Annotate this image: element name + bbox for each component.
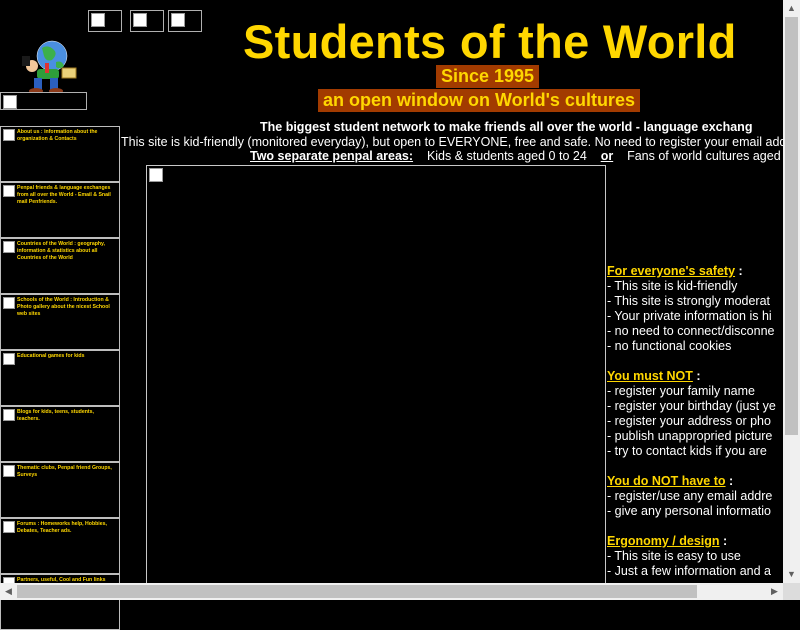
safety-item: - no need to connect/disconne bbox=[607, 324, 775, 338]
nav-item-label: Countries of the World : geography, info… bbox=[17, 241, 105, 261]
top-link-image-2[interactable] bbox=[130, 10, 164, 32]
scroll-left-arrow-icon[interactable]: ◀ bbox=[0, 583, 17, 600]
broken-image-icon bbox=[3, 353, 15, 365]
scroll-up-arrow-icon[interactable]: ▲ bbox=[783, 0, 800, 17]
nav-item-label: About us : information about the organiz… bbox=[17, 129, 98, 142]
site-title: Students of the World bbox=[243, 15, 737, 68]
must-not-heading: You must NOT : bbox=[607, 369, 701, 383]
broken-image-icon bbox=[3, 465, 15, 477]
globe-mascot-icon bbox=[22, 40, 77, 94]
not-have-item: - give any personal informatio bbox=[607, 504, 771, 518]
nav-item-penpals[interactable]: Penpal friends & language exchanges from… bbox=[0, 182, 120, 238]
ergonomy-item: - This site is easy to use bbox=[607, 549, 741, 563]
broken-image-icon bbox=[3, 241, 15, 253]
must-not-item: - register your address or pho bbox=[607, 414, 771, 428]
nav-item-label: Blogs for kids, teens, students, teacher… bbox=[17, 409, 94, 422]
penpal-fans-link[interactable]: Fans of world cultures aged 19 t bbox=[627, 149, 800, 163]
safety-item: - no functional cookies bbox=[607, 339, 732, 353]
nav-item-forums[interactable]: Forums : Homeworks help, Hobbies, Debate… bbox=[0, 518, 120, 574]
must-not-item: - publish unappropried picture bbox=[607, 429, 773, 443]
safety-heading: For everyone's safety : bbox=[607, 264, 743, 278]
penpal-areas-row: Two separate penpal areas: Kids & studen… bbox=[250, 149, 800, 163]
nav-item-schools[interactable]: Schools of the World : Introduction & Ph… bbox=[0, 294, 120, 350]
tagline-badge: an open window on World's cultures bbox=[318, 89, 640, 112]
ergonomy-item: - Just a few information and a bbox=[607, 564, 771, 578]
network-headline: The biggest student network to make frie… bbox=[260, 120, 753, 134]
vertical-scrollbar[interactable]: ▲ ▼ bbox=[783, 0, 800, 583]
nav-item-label: Schools of the World : Introduction & Ph… bbox=[17, 297, 110, 317]
safety-item: - This site is strongly moderat bbox=[607, 294, 771, 308]
top-link-image-1[interactable] bbox=[88, 10, 122, 32]
nav-item-about[interactable]: About us : information about the organiz… bbox=[0, 126, 120, 182]
nav-item-games[interactable]: Educational games for kids bbox=[0, 350, 120, 406]
must-not-item: - try to contact kids if you are bbox=[607, 444, 767, 458]
broken-image-icon bbox=[3, 129, 15, 141]
must-not-item: - register your family name bbox=[607, 384, 755, 398]
horizontal-scrollbar[interactable]: ◀ ▶ bbox=[0, 583, 783, 600]
kid-friendly-text: This site is kid-friendly (monitored eve… bbox=[121, 135, 800, 149]
scroll-right-arrow-icon[interactable]: ▶ bbox=[766, 583, 783, 600]
logo-banner-image[interactable] bbox=[0, 92, 87, 110]
nav-item-clubs[interactable]: Thematic clubs, Penpal friend Groups, Su… bbox=[0, 462, 120, 518]
nav-item-label: Thematic clubs, Penpal friend Groups, Su… bbox=[17, 465, 112, 478]
broken-image-icon bbox=[3, 409, 15, 421]
broken-image-icon bbox=[3, 185, 15, 197]
nav-item-blogs[interactable]: Blogs for kids, teens, students, teacher… bbox=[0, 406, 120, 462]
not-have-item: - register/use any email addre bbox=[607, 489, 773, 503]
penpal-or-label: or bbox=[600, 149, 614, 163]
nav-item-label: Educational games for kids bbox=[17, 353, 85, 359]
scrollbar-corner bbox=[783, 583, 800, 600]
safety-panel: For everyone's safety : - This site is k… bbox=[607, 264, 783, 582]
nav-item-label: Forums : Homeworks help, Hobbies, Debate… bbox=[17, 521, 107, 534]
since-badge: Since 1995 bbox=[436, 65, 540, 88]
nav-item-label: Penpal friends & language exchanges from… bbox=[17, 185, 111, 205]
safety-item: - This site is kid-friendly bbox=[607, 279, 738, 293]
penpal-areas-label: Two separate penpal areas: bbox=[250, 149, 414, 163]
must-not-item: - register your birthday (just ye bbox=[607, 399, 776, 413]
vertical-scroll-thumb[interactable] bbox=[785, 17, 798, 435]
scroll-down-arrow-icon[interactable]: ▼ bbox=[783, 566, 800, 583]
nav-item-countries[interactable]: Countries of the World : geography, info… bbox=[0, 238, 120, 294]
safety-item: - Your private information is hi bbox=[607, 309, 772, 323]
ergonomy-heading: Ergonomy / design : bbox=[607, 534, 728, 548]
not-have-heading: You do NOT have to : bbox=[607, 474, 734, 488]
main-content-image[interactable] bbox=[146, 165, 606, 590]
horizontal-scroll-thumb[interactable] bbox=[17, 585, 697, 598]
broken-image-icon bbox=[3, 521, 15, 533]
penpal-kids-link[interactable]: Kids & students aged 0 to 24 bbox=[427, 149, 587, 163]
top-link-image-3[interactable] bbox=[168, 10, 202, 32]
broken-image-icon bbox=[3, 297, 15, 309]
